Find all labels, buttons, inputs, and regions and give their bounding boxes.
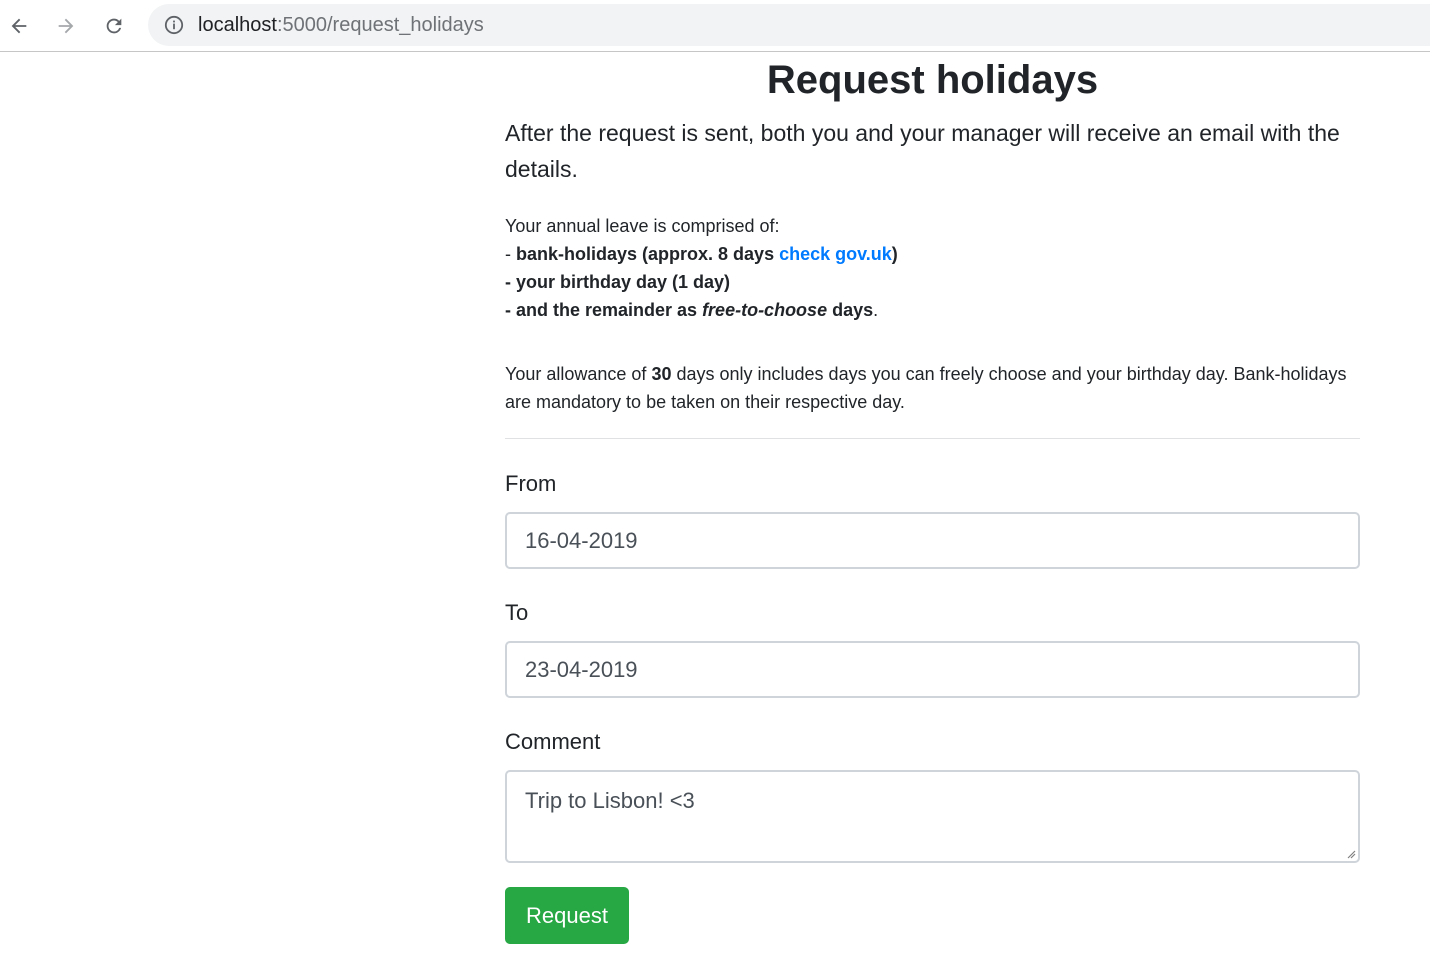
url-path: :5000/request_holidays xyxy=(276,14,484,36)
comment-value: Trip to Lisbon! <3 xyxy=(525,788,695,813)
leave-bank-dash: - xyxy=(505,244,516,264)
leave-remainder-period: . xyxy=(873,300,879,320)
page-title: Request holidays xyxy=(766,58,1099,102)
from-date-input[interactable]: 16-04-2019 xyxy=(505,512,1360,569)
browser-toolbar: localhost:5000/request_holidays xyxy=(0,0,1430,52)
leave-remainder-text: - and the remainder as free-to-choose da… xyxy=(505,300,873,320)
arrow-back-icon[interactable] xyxy=(1,8,37,44)
to-date-input[interactable]: 23-04-2019 xyxy=(505,641,1360,698)
arrow-forward-icon[interactable] xyxy=(48,8,84,44)
lead-paragraph: After the request is sent, both you and … xyxy=(505,120,1340,182)
leave-item-birthday: - your birthday day (1 day) xyxy=(505,268,1360,296)
url-host: localhost xyxy=(198,14,277,36)
leave-item-bank-holidays: - bank-holidays (approx. 8 days check go… xyxy=(505,240,1360,268)
from-label: From xyxy=(505,471,557,496)
to-date-value: 23-04-2019 xyxy=(525,656,638,682)
check-gov-uk-link[interactable]: check gov.uk xyxy=(779,244,892,264)
reload-icon[interactable] xyxy=(96,8,132,44)
divider xyxy=(505,438,1360,439)
allowance-days: 30 xyxy=(651,364,672,384)
leave-bank-suffix: ) xyxy=(891,244,898,264)
leave-remainder-emph: free-to-choose xyxy=(702,300,828,320)
leave-bank-text: bank-holidays (approx. 8 days check gov.… xyxy=(516,244,898,264)
leave-remainder-prefix: - and the remainder as xyxy=(505,300,703,320)
allowance-prefix: Your allowance of xyxy=(505,364,652,384)
request-button[interactable]: Request xyxy=(505,887,629,944)
to-label: To xyxy=(505,600,529,625)
from-date-value: 16-04-2019 xyxy=(525,527,638,553)
url-text[interactable]: localhost:5000/request_holidays xyxy=(198,14,484,36)
comment-label: Comment xyxy=(505,729,601,754)
resize-grip-icon[interactable] xyxy=(1346,849,1356,859)
annual-leave-info: Your annual leave is comprised of: - ban… xyxy=(505,212,1360,324)
address-bar[interactable]: localhost:5000/request_holidays xyxy=(148,4,1430,46)
comment-textarea[interactable]: Trip to Lisbon! <3 xyxy=(505,770,1360,863)
leave-birthday-text: - your birthday day (1 day) xyxy=(505,272,731,292)
leave-item-remainder: - and the remainder as free-to-choose da… xyxy=(505,296,1360,324)
info-icon[interactable] xyxy=(164,15,184,35)
allowance-paragraph: Your allowance of 30 days only includes … xyxy=(505,360,1360,416)
leave-remainder-suffix: days xyxy=(827,300,874,320)
leave-bank-prefix: bank-holidays (approx. 8 days xyxy=(516,244,780,264)
leave-intro: Your annual leave is comprised of: xyxy=(505,216,780,236)
